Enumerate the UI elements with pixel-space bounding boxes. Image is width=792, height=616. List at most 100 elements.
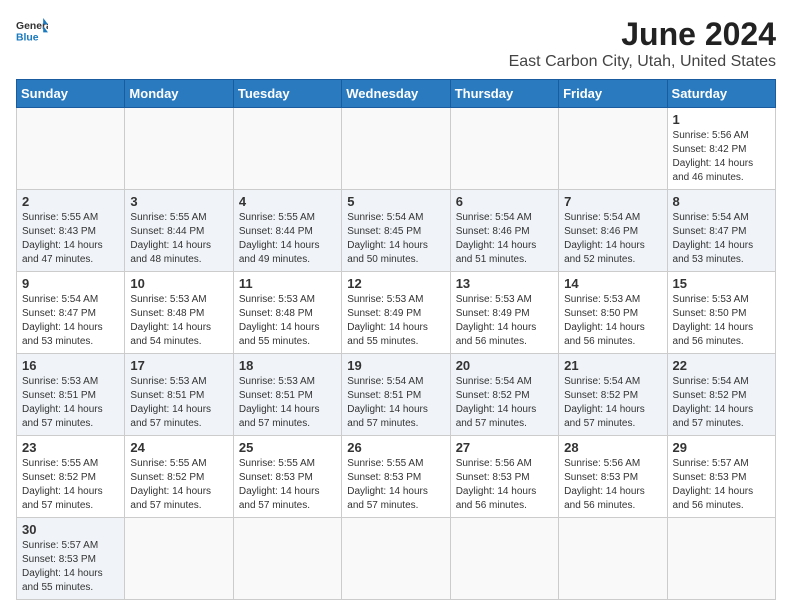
day-info: Sunrise: 5:55 AM Sunset: 8:52 PM Dayligh… [130,457,227,513]
title-area: June 2024 East Carbon City, Utah, United… [509,16,776,71]
calendar-day-cell: 29Sunrise: 5:57 AM Sunset: 8:53 PM Dayli… [667,436,775,518]
calendar-day-cell: 3 Sunrise: 5:55 AM Sunset: 8:44 PM Daylig… [125,190,233,272]
day-number: 30 [22,522,119,537]
calendar-day-cell: 24 Sunrise: 5:55 AM Sunset: 8:52 PM Dayli… [125,436,233,518]
calendar-day-cell [450,518,558,600]
day-info: Sunrise: 5:56 AM Sunset: 8:53 PM Dayligh… [564,457,661,513]
day-info: Sunrise: 5:53 AM Sunset: 8:51 PM Dayligh… [22,375,119,431]
calendar-day-cell [559,518,667,600]
day-info: Sunrise: 5:55 AM Sunset: 8:43 PM Dayligh… [22,211,119,267]
weekday-header-friday: Friday [559,80,667,108]
day-number: 19 [347,358,444,373]
day-number: 3 [130,194,227,209]
day-info: Sunrise: 5:55 AM Sunset: 8:53 PM Dayligh… [347,457,444,513]
calendar-day-cell: 17Sunrise: 5:53 AM Sunset: 8:51 PM Dayli… [125,354,233,436]
day-info: Sunrise: 5:57 AM Sunset: 8:53 PM Dayligh… [22,539,119,595]
day-info: Sunrise: 5:53 AM Sunset: 8:50 PM Dayligh… [564,293,661,349]
calendar-day-cell [342,518,450,600]
calendar-day-cell [450,108,558,190]
day-info: Sunrise: 5:53 AM Sunset: 8:48 PM Dayligh… [239,293,336,349]
day-info: Sunrise: 5:53 AM Sunset: 8:50 PM Dayligh… [673,293,770,349]
day-number: 24 [130,440,227,455]
day-info: Sunrise: 5:56 AM Sunset: 8:42 PM Dayligh… [673,129,770,185]
day-number: 25 [239,440,336,455]
day-number: 23 [22,440,119,455]
calendar-day-cell: 22 Sunrise: 5:54 AM Sunset: 8:52 PM Dayli… [667,354,775,436]
day-number: 8 [673,194,770,209]
day-info: Sunrise: 5:54 AM Sunset: 8:52 PM Dayligh… [673,375,770,431]
day-number: 18 [239,358,336,373]
day-number: 4 [239,194,336,209]
day-info: Sunrise: 5:54 AM Sunset: 8:47 PM Dayligh… [22,293,119,349]
day-info: Sunrise: 5:54 AM Sunset: 8:52 PM Dayligh… [456,375,553,431]
day-number: 14 [564,276,661,291]
calendar-week-row: 9 Sunrise: 5:54 AM Sunset: 8:47 PM Daylig… [17,272,776,354]
day-info: Sunrise: 5:54 AM Sunset: 8:46 PM Dayligh… [456,211,553,267]
day-number: 27 [456,440,553,455]
day-number: 10 [130,276,227,291]
day-number: 20 [456,358,553,373]
calendar-day-cell: 13 Sunrise: 5:53 AM Sunset: 8:49 PM Dayli… [450,272,558,354]
day-info: Sunrise: 5:53 AM Sunset: 8:49 PM Dayligh… [347,293,444,349]
day-number: 13 [456,276,553,291]
logo: General Blue [16,16,48,44]
day-number: 5 [347,194,444,209]
weekday-header-saturday: Saturday [667,80,775,108]
day-number: 26 [347,440,444,455]
day-number: 9 [22,276,119,291]
day-number: 12 [347,276,444,291]
calendar-day-cell: 1 Sunrise: 5:56 AM Sunset: 8:42 PM Daylig… [667,108,775,190]
calendar-day-cell [233,108,341,190]
day-info: Sunrise: 5:55 AM Sunset: 8:53 PM Dayligh… [239,457,336,513]
calendar-day-cell [125,108,233,190]
day-number: 2 [22,194,119,209]
calendar-day-cell: 10 Sunrise: 5:53 AM Sunset: 8:48 PM Dayli… [125,272,233,354]
calendar-week-row: 16Sunrise: 5:53 AM Sunset: 8:51 PM Dayli… [17,354,776,436]
calendar-day-cell: 26 Sunrise: 5:55 AM Sunset: 8:53 PM Dayli… [342,436,450,518]
calendar-day-cell: 28 Sunrise: 5:56 AM Sunset: 8:53 PM Dayli… [559,436,667,518]
day-info: Sunrise: 5:53 AM Sunset: 8:49 PM Dayligh… [456,293,553,349]
day-info: Sunrise: 5:54 AM Sunset: 8:46 PM Dayligh… [564,211,661,267]
calendar-day-cell [667,518,775,600]
calendar-week-row: 30 Sunrise: 5:57 AM Sunset: 8:53 PM Dayli… [17,518,776,600]
day-info: Sunrise: 5:55 AM Sunset: 8:44 PM Dayligh… [130,211,227,267]
day-info: Sunrise: 5:55 AM Sunset: 8:44 PM Dayligh… [239,211,336,267]
day-number: 15 [673,276,770,291]
calendar-day-cell: 8 Sunrise: 5:54 AM Sunset: 8:47 PM Daylig… [667,190,775,272]
weekday-header-wednesday: Wednesday [342,80,450,108]
weekday-header-thursday: Thursday [450,80,558,108]
day-number: 7 [564,194,661,209]
weekday-header-monday: Monday [125,80,233,108]
calendar-day-cell: 23Sunrise: 5:55 AM Sunset: 8:52 PM Dayli… [17,436,125,518]
weekday-header-row: SundayMondayTuesdayWednesdayThursdayFrid… [17,80,776,108]
day-info: Sunrise: 5:53 AM Sunset: 8:51 PM Dayligh… [239,375,336,431]
calendar-day-cell: 7 Sunrise: 5:54 AM Sunset: 8:46 PM Daylig… [559,190,667,272]
calendar-day-cell: 15 Sunrise: 5:53 AM Sunset: 8:50 PM Dayli… [667,272,775,354]
day-info: Sunrise: 5:54 AM Sunset: 8:51 PM Dayligh… [347,375,444,431]
day-info: Sunrise: 5:53 AM Sunset: 8:48 PM Dayligh… [130,293,227,349]
calendar-day-cell [559,108,667,190]
calendar-day-cell: 12 Sunrise: 5:53 AM Sunset: 8:49 PM Dayli… [342,272,450,354]
calendar-table: SundayMondayTuesdayWednesdayThursdayFrid… [16,79,776,600]
day-number: 6 [456,194,553,209]
day-info: Sunrise: 5:54 AM Sunset: 8:45 PM Dayligh… [347,211,444,267]
day-number: 21 [564,358,661,373]
day-info: Sunrise: 5:56 AM Sunset: 8:53 PM Dayligh… [456,457,553,513]
day-info: Sunrise: 5:54 AM Sunset: 8:47 PM Dayligh… [673,211,770,267]
page-header: General Blue June 2024 East Carbon City,… [16,16,776,71]
day-number: 17 [130,358,227,373]
calendar-day-cell [342,108,450,190]
calendar-day-cell: 6 Sunrise: 5:54 AM Sunset: 8:46 PM Daylig… [450,190,558,272]
month-title: June 2024 [509,16,776,53]
day-number: 28 [564,440,661,455]
day-number: 22 [673,358,770,373]
calendar-day-cell [233,518,341,600]
day-number: 1 [673,112,770,127]
calendar-day-cell: 9 Sunrise: 5:54 AM Sunset: 8:47 PM Daylig… [17,272,125,354]
calendar-day-cell: 21Sunrise: 5:54 AM Sunset: 8:52 PM Dayli… [559,354,667,436]
calendar-week-row: 1 Sunrise: 5:56 AM Sunset: 8:42 PM Daylig… [17,108,776,190]
calendar-day-cell: 20 Sunrise: 5:54 AM Sunset: 8:52 PM Dayli… [450,354,558,436]
calendar-day-cell: 4 Sunrise: 5:55 AM Sunset: 8:44 PM Daylig… [233,190,341,272]
calendar-week-row: 2 Sunrise: 5:55 AM Sunset: 8:43 PM Daylig… [17,190,776,272]
calendar-day-cell [125,518,233,600]
